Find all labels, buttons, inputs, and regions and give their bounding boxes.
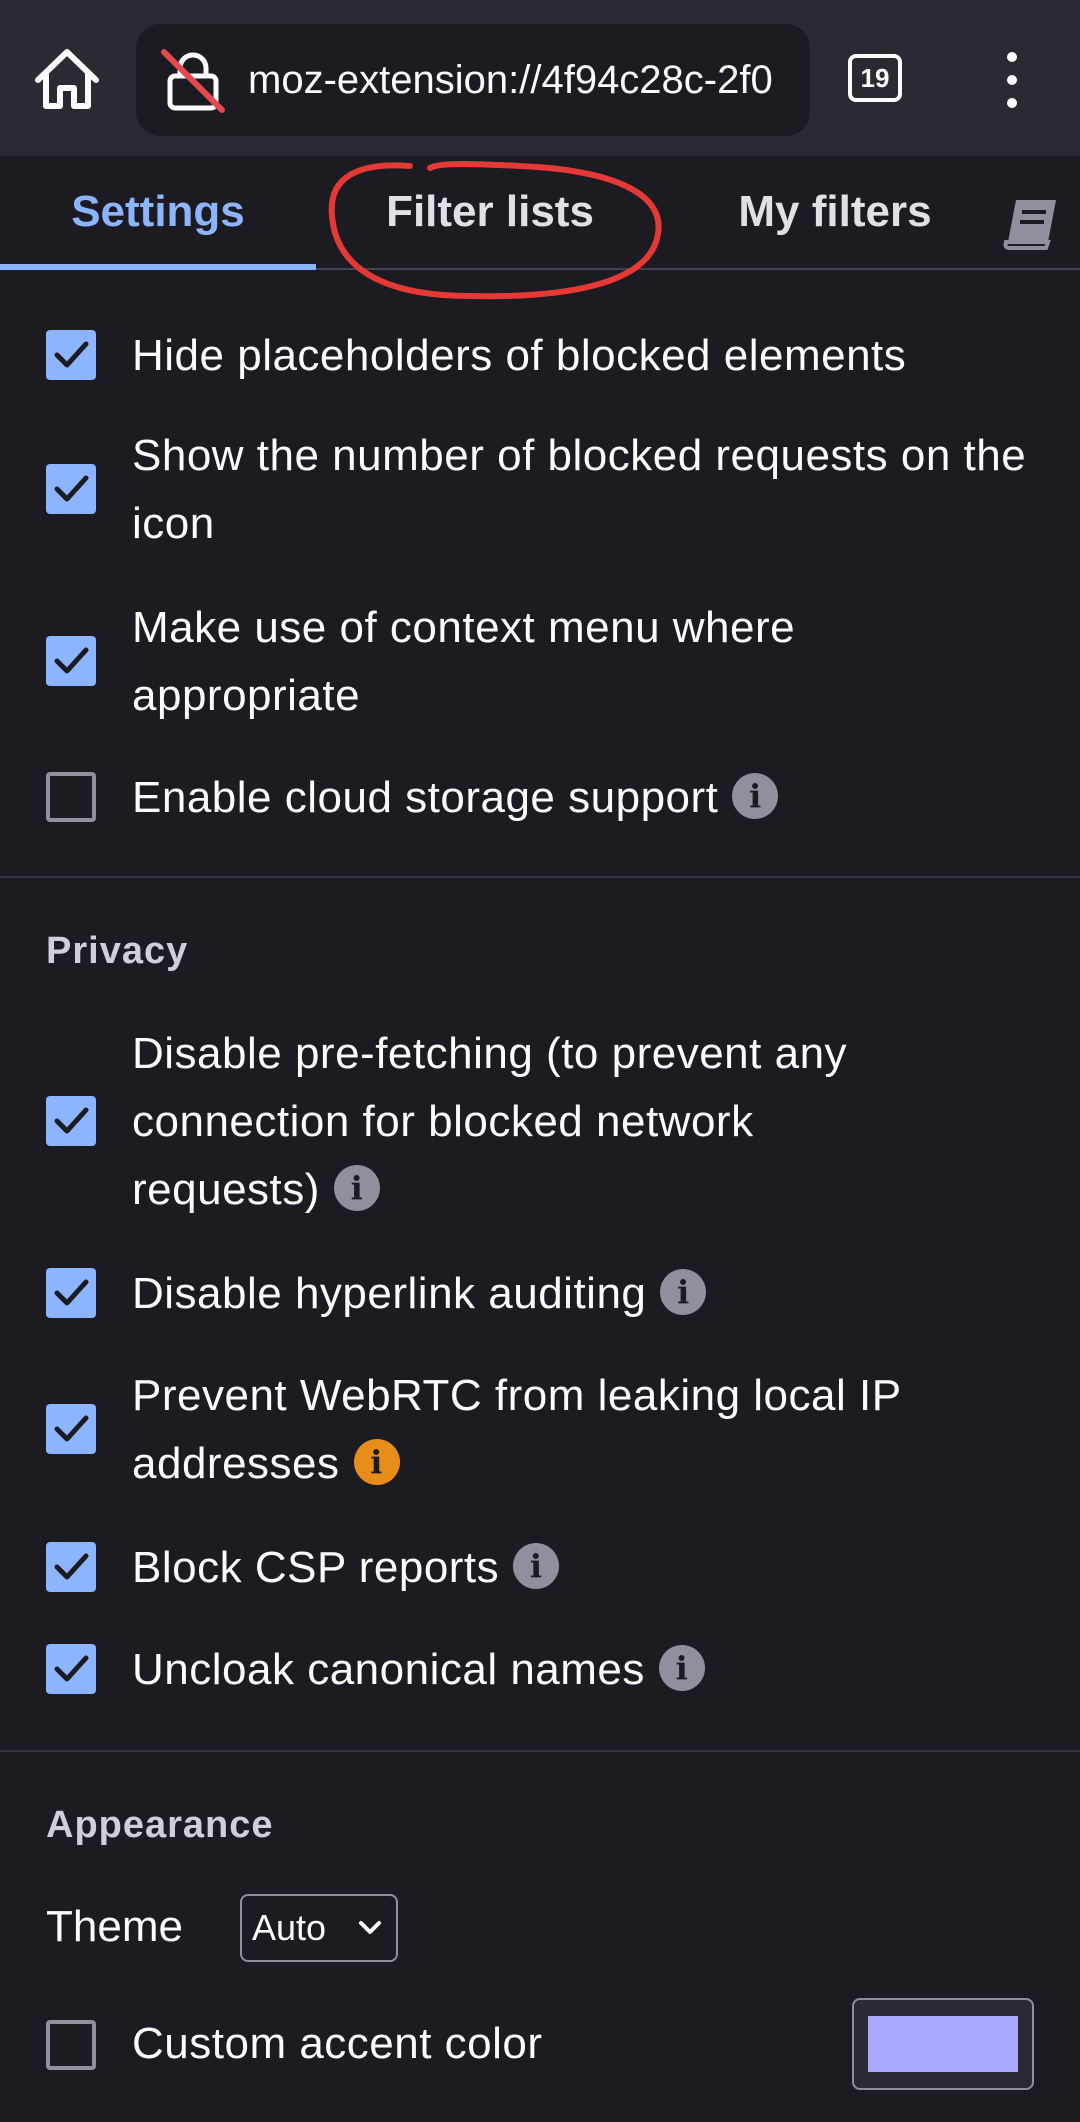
option-label: Enable cloud storage support (132, 773, 719, 822)
lock-crossed-icon[interactable] (160, 48, 226, 114)
dashboard-tabs: Settings Filter lists My filters (0, 156, 1080, 270)
option-label: Show the number of blocked requests on t… (132, 431, 1027, 548)
section-divider (0, 876, 1080, 878)
info-icon[interactable]: i (658, 1645, 705, 1692)
tab-filter-lists[interactable]: Filter lists (330, 156, 650, 268)
theme-select-value: Auto (252, 1907, 327, 1948)
tab-my-filters-label: My filters (738, 187, 932, 236)
checkbox-unchecked[interactable] (46, 772, 96, 822)
section-divider (0, 1750, 1080, 1752)
tabs-counter-icon[interactable]: 19 (848, 54, 902, 102)
option-label: Prevent WebRTC from leaking local IP add… (132, 1371, 901, 1488)
checkbox-checked[interactable] (46, 1542, 96, 1592)
browser-toolbar: moz-extension://4f94c28c-2f0 19 (0, 0, 1080, 156)
option-label: Hide placeholders of blocked elements (132, 331, 907, 380)
tab-filter-lists-label: Filter lists (386, 187, 594, 236)
warning-info-icon[interactable]: i (353, 1439, 400, 1486)
checkbox-checked[interactable] (46, 1096, 96, 1146)
checkbox-checked[interactable] (46, 1404, 96, 1454)
option-label: Disable pre-fetching (to prevent any con… (132, 1029, 848, 1214)
kebab-menu-icon[interactable] (990, 50, 1034, 110)
option-label: Make use of context menu where appropria… (132, 603, 796, 720)
checkbox-checked[interactable] (46, 1268, 96, 1318)
checkbox-checked[interactable] (46, 1644, 96, 1694)
tab-my-filters[interactable]: My filters (700, 156, 970, 268)
checkbox-checked[interactable] (46, 464, 96, 514)
tab-settings[interactable]: Settings (0, 156, 316, 270)
info-icon[interactable]: i (660, 1269, 707, 1316)
section-title-privacy: Privacy (46, 930, 189, 972)
theme-select[interactable]: Auto (240, 1894, 398, 1962)
option-label: Uncloak canonical names (132, 1645, 645, 1694)
tab-settings-label: Settings (71, 187, 245, 236)
chevron-down-icon (359, 1921, 381, 1934)
book-icon[interactable] (994, 182, 1070, 250)
accent-color-picker[interactable] (852, 1998, 1034, 2090)
info-icon[interactable]: i (513, 1543, 560, 1590)
option-label: Disable hyperlink auditing (132, 1269, 647, 1318)
url-bar[interactable]: moz-extension://4f94c28c-2f0 (136, 24, 810, 136)
url-text[interactable]: moz-extension://4f94c28c-2f0 (248, 24, 804, 136)
checkbox-checked[interactable] (46, 636, 96, 686)
theme-label: Theme (46, 1902, 183, 1951)
section-title-appearance: Appearance (46, 1804, 274, 1846)
home-icon[interactable] (30, 44, 104, 114)
checkbox-checked[interactable] (46, 330, 96, 380)
accent-color-swatch (868, 2016, 1018, 2072)
info-icon[interactable]: i (732, 773, 779, 820)
info-icon[interactable]: i (333, 1165, 380, 1212)
checkbox-unchecked[interactable] (46, 2020, 96, 2070)
active-tab-indicator (0, 264, 316, 270)
option-label: Block CSP reports (132, 1543, 500, 1592)
